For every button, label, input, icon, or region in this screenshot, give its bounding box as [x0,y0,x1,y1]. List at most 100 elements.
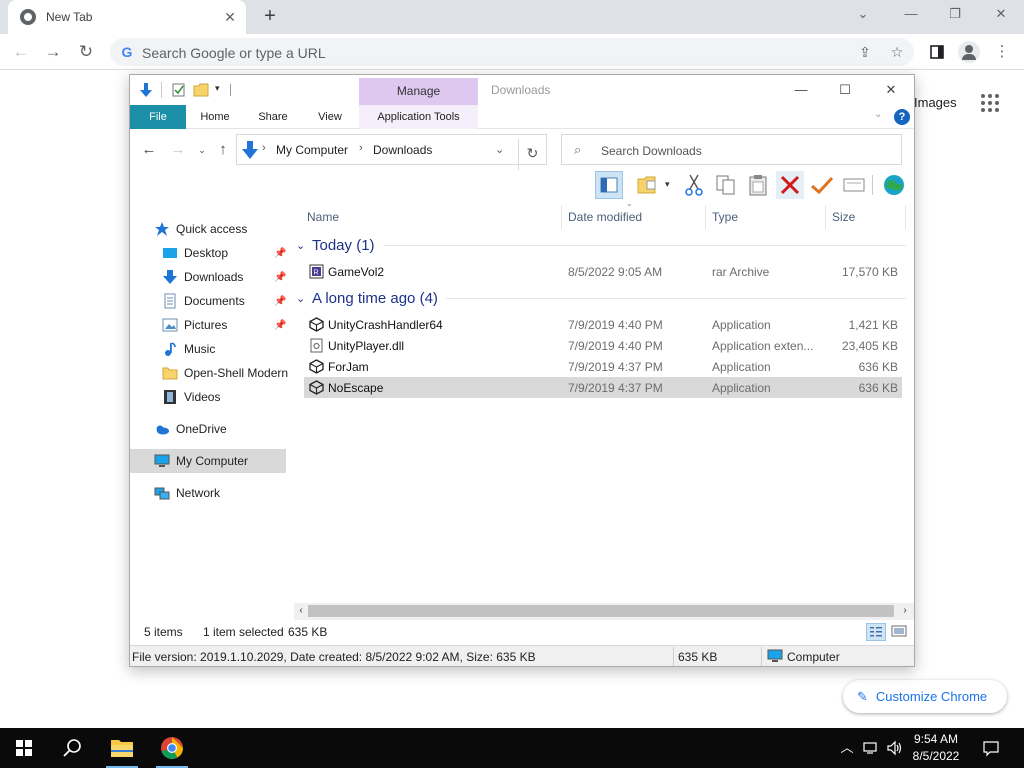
copy-icon[interactable] [712,171,740,199]
column-divider[interactable] [561,205,562,229]
recent-locations-chevron-icon[interactable]: ⌄ [192,141,212,159]
horizontal-scrollbar[interactable]: ‹ › [294,603,914,620]
close-window-button[interactable]: ✕ [978,0,1024,30]
group-collapse-chevron-icon[interactable]: ⌄ [296,292,310,305]
new-tab-button[interactable]: + [258,5,282,29]
column-header-name[interactable]: Name [307,205,557,229]
rename-checkmark-icon[interactable] [808,171,836,199]
file-row[interactable]: R GameVol2 8/5/2022 9:05 AM rar Archive … [304,261,902,282]
customize-chrome-button[interactable]: ✎ Customize Chrome [843,680,1007,713]
bookmark-star-icon[interactable]: ☆ [888,43,906,61]
column-divider[interactable] [705,205,706,229]
nav-network[interactable]: Network [154,481,290,505]
side-panel-icon[interactable] [924,39,950,65]
file-row[interactable]: UnityCrashHandler64 7/9/2019 4:40 PM App… [304,314,902,335]
details-view-icon[interactable] [866,623,886,641]
folder-options-icon[interactable] [635,171,663,199]
expand-ribbon-chevron-icon[interactable]: ⌄ [874,109,882,120]
start-windows-logo-icon[interactable] [0,728,48,768]
nav-onedrive[interactable]: OneDrive [154,417,290,441]
column-header-date-modified[interactable]: Date modified [568,205,704,229]
share-globe-icon[interactable] [880,171,908,199]
profile-avatar-icon[interactable] [958,41,980,63]
nav-pictures[interactable]: Pictures 📌 [162,313,290,337]
breadcrumb-downloads[interactable]: Downloads [373,143,432,157]
explorer-minimize-button[interactable]: — [786,79,816,101]
address-history-chevron-icon[interactable]: ⌄ [495,143,504,156]
column-header-type[interactable]: Type [712,205,824,229]
cut-scissors-icon[interactable] [680,171,708,199]
scroll-right-icon[interactable]: › [898,604,912,618]
tab-home[interactable]: Home [192,105,238,129]
new-folder-icon[interactable] [193,82,209,98]
nav-my-computer[interactable]: My Computer [130,449,286,473]
large-icons-view-icon[interactable] [890,623,910,641]
nav-videos[interactable]: Videos [162,385,290,409]
taskbar-clock[interactable]: 9:54 AM 8/5/2022 [900,731,972,765]
up-arrow-icon[interactable]: ↑ [213,141,233,159]
download-arrow-icon[interactable] [138,82,154,98]
folder-options-dropdown-icon[interactable]: ▾ [665,179,670,190]
apps-grid-icon[interactable] [981,94,999,112]
notifications-icon[interactable] [982,739,1000,757]
pin-icon[interactable]: 📌 [274,296,286,307]
status-bar: 5 items 1 item selected 635 KB [130,620,914,642]
search-magnifier-icon[interactable] [48,728,96,768]
tab-view[interactable]: View [308,105,352,129]
network-tray-icon[interactable] [862,739,880,757]
tab-close-icon[interactable]: ✕ [220,7,240,27]
search-downloads-input[interactable]: ⌕ Search Downloads [561,134,902,165]
forward-arrow-icon[interactable]: → [168,141,188,159]
navigation-pane-toggle-icon[interactable] [595,171,623,199]
nav-quick-access[interactable]: Quick access [154,217,290,241]
refresh-icon[interactable]: ↻ [518,139,546,170]
nav-music[interactable]: Music [162,337,290,361]
address-bar[interactable]: › My Computer › Downloads ⌄ ↻ [236,134,547,170]
file-row[interactable]: UnityPlayer.dll 7/9/2019 4:40 PM Applica… [304,335,902,356]
images-link[interactable]: Images [914,95,957,110]
scrollbar-thumb[interactable] [308,605,894,617]
tab-new-tab[interactable]: New Tab ✕ [8,0,246,34]
properties-card-icon[interactable] [840,171,868,199]
nav-open-shell-modern[interactable]: Open-Shell Modern [162,361,290,385]
help-icon[interactable]: ? [894,109,910,125]
nav-documents[interactable]: Documents 📌 [162,289,290,313]
column-divider[interactable] [825,205,826,229]
group-header-a-long-time-ago[interactable]: ⌄ A long time ago (4) [296,287,910,309]
explorer-close-button[interactable]: ✕ [876,79,906,101]
kebab-menu-icon[interactable]: ⋮ [989,39,1015,65]
file-row[interactable]: ForJam 7/9/2019 4:37 PM Application 636 … [304,356,902,377]
group-header-today[interactable]: ⌄ Today (1) [296,234,910,256]
nav-downloads[interactable]: Downloads 📌 [162,265,290,289]
forward-arrow-icon[interactable]: → [40,39,66,65]
tab-search-chevron-icon[interactable]: ⌄ [840,0,886,30]
omnibox[interactable]: G Search Google or type a URL ⇪ ☆ [110,38,914,66]
column-header-size[interactable]: Size [832,205,904,229]
scroll-left-icon[interactable]: ‹ [294,604,308,618]
delete-x-icon[interactable] [776,171,804,199]
restore-button[interactable]: ❐ [932,0,978,30]
properties-icon[interactable] [171,82,187,98]
back-arrow-icon[interactable]: ← [8,39,34,65]
minimize-button[interactable]: — [888,0,934,30]
pin-icon[interactable]: 📌 [274,320,286,331]
pin-icon[interactable]: 📌 [274,248,286,259]
show-hidden-icons-chevron-icon[interactable]: ︿ [838,739,856,757]
reload-icon[interactable]: ↻ [73,39,99,65]
tab-file[interactable]: File [130,105,186,129]
explorer-maximize-button[interactable]: ☐ [830,79,860,101]
back-arrow-icon[interactable]: ← [139,141,159,159]
tab-share[interactable]: Share [250,105,296,129]
file-row-selected[interactable]: NoEscape 7/9/2019 4:37 PM Application 63… [304,377,902,398]
share-icon[interactable]: ⇪ [856,43,874,61]
file-explorer-taskbar-icon[interactable] [98,728,146,768]
paste-clipboard-icon[interactable] [744,171,772,199]
qat-customize-icon[interactable]: ▾ [215,83,220,94]
nav-desktop[interactable]: Desktop 📌 [162,241,290,265]
column-divider[interactable] [905,205,906,229]
group-collapse-chevron-icon[interactable]: ⌄ [296,239,310,252]
chrome-taskbar-icon[interactable] [148,728,196,768]
pin-icon[interactable]: 📌 [274,272,286,283]
tab-application-tools[interactable]: Application Tools [359,105,478,129]
breadcrumb-my-computer[interactable]: My Computer [276,143,348,157]
